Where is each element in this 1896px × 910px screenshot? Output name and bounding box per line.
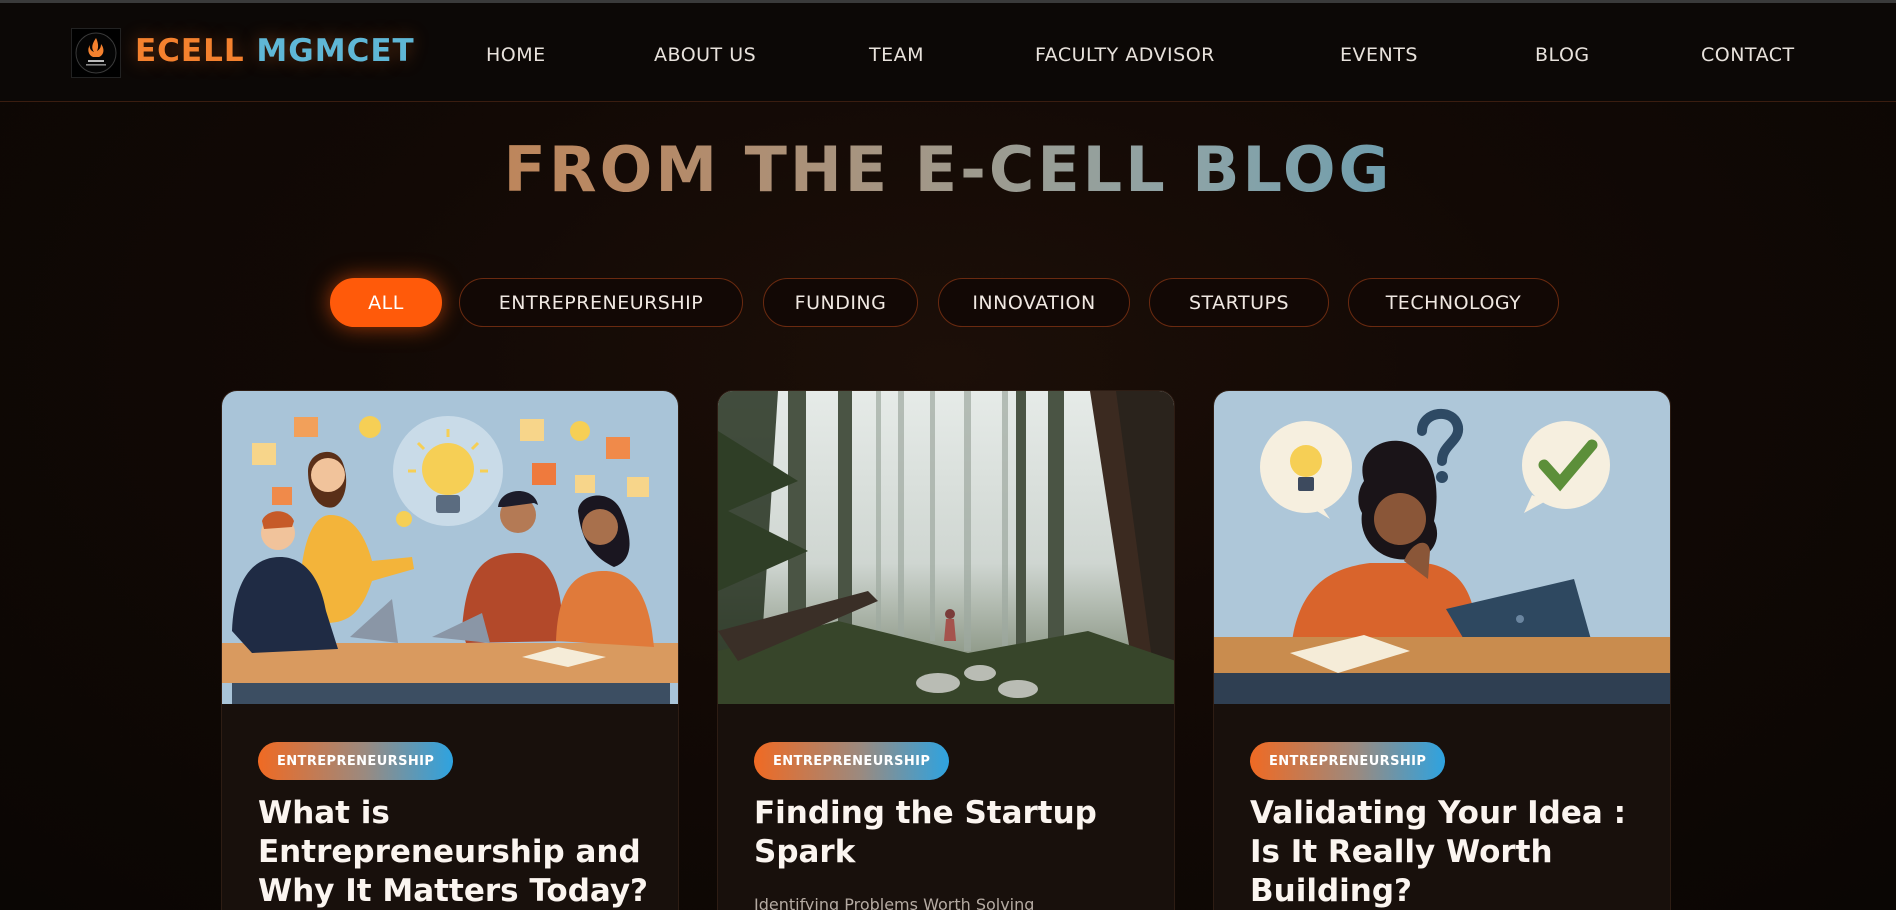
filter-technology[interactable]: TECHNOLOGY xyxy=(1348,278,1559,327)
card-image[interactable] xyxy=(718,391,1174,704)
filter-all[interactable]: ALL xyxy=(330,278,442,327)
brand-part-2: MGMCET xyxy=(256,33,415,69)
category-badge[interactable]: ENTREPRENEURSHIP xyxy=(1250,742,1446,780)
navbar: ECELL MGMCET HOME ABOUT US TEAM FACULTY … xyxy=(0,3,1896,102)
category-badge[interactable]: ENTREPRENEURSHIP xyxy=(754,742,950,780)
nav-blog[interactable]: BLOG xyxy=(1535,44,1590,66)
card-title[interactable]: Finding the Startup Spark xyxy=(754,794,1154,872)
blog-card[interactable]: ENTREPRENEURSHIP Finding the Startup Spa… xyxy=(717,390,1175,910)
card-title[interactable]: What is Entrepreneurship and Why It Matt… xyxy=(258,794,658,910)
nav-home[interactable]: HOME xyxy=(486,44,546,66)
brand-name[interactable]: ECELL MGMCET xyxy=(135,33,415,69)
page-title: FROM THE E-CELL BLOG xyxy=(0,133,1896,206)
nav-about-us[interactable]: ABOUT US xyxy=(654,44,756,66)
thinking-woman-illustration-icon xyxy=(1214,391,1670,704)
card-image[interactable] xyxy=(222,391,678,704)
nav-faculty-advisor[interactable]: FACULTY ADVISOR xyxy=(1035,44,1215,66)
nav-events[interactable]: EVENTS xyxy=(1340,44,1418,66)
card-image[interactable] xyxy=(1214,391,1670,704)
ecell-logo[interactable] xyxy=(71,28,121,78)
nav-contact[interactable]: CONTACT xyxy=(1701,44,1795,66)
team-brainstorm-illustration-icon xyxy=(222,391,678,704)
brand-part-1: ECELL xyxy=(135,33,245,69)
card-title[interactable]: Validating Your Idea : Is It Really Wort… xyxy=(1250,794,1650,910)
blog-card[interactable]: ENTREPRENEURSHIP What is Entrepreneurshi… xyxy=(221,390,679,910)
misty-forest-photo-icon xyxy=(718,391,1174,704)
filter-funding[interactable]: FUNDING xyxy=(763,278,918,327)
nav-team[interactable]: TEAM xyxy=(869,44,924,66)
blog-card[interactable]: ENTREPRENEURSHIP Validating Your Idea : … xyxy=(1213,390,1671,910)
filter-innovation[interactable]: INNOVATION xyxy=(938,278,1130,327)
category-badge[interactable]: ENTREPRENEURSHIP xyxy=(258,742,454,780)
card-subtitle: Identifying Problems Worth Solving xyxy=(754,895,1035,910)
ecell-logo-icon xyxy=(75,32,117,74)
filter-entrepreneurship[interactable]: ENTREPRENEURSHIP xyxy=(459,278,743,327)
filter-startups[interactable]: STARTUPS xyxy=(1149,278,1329,327)
